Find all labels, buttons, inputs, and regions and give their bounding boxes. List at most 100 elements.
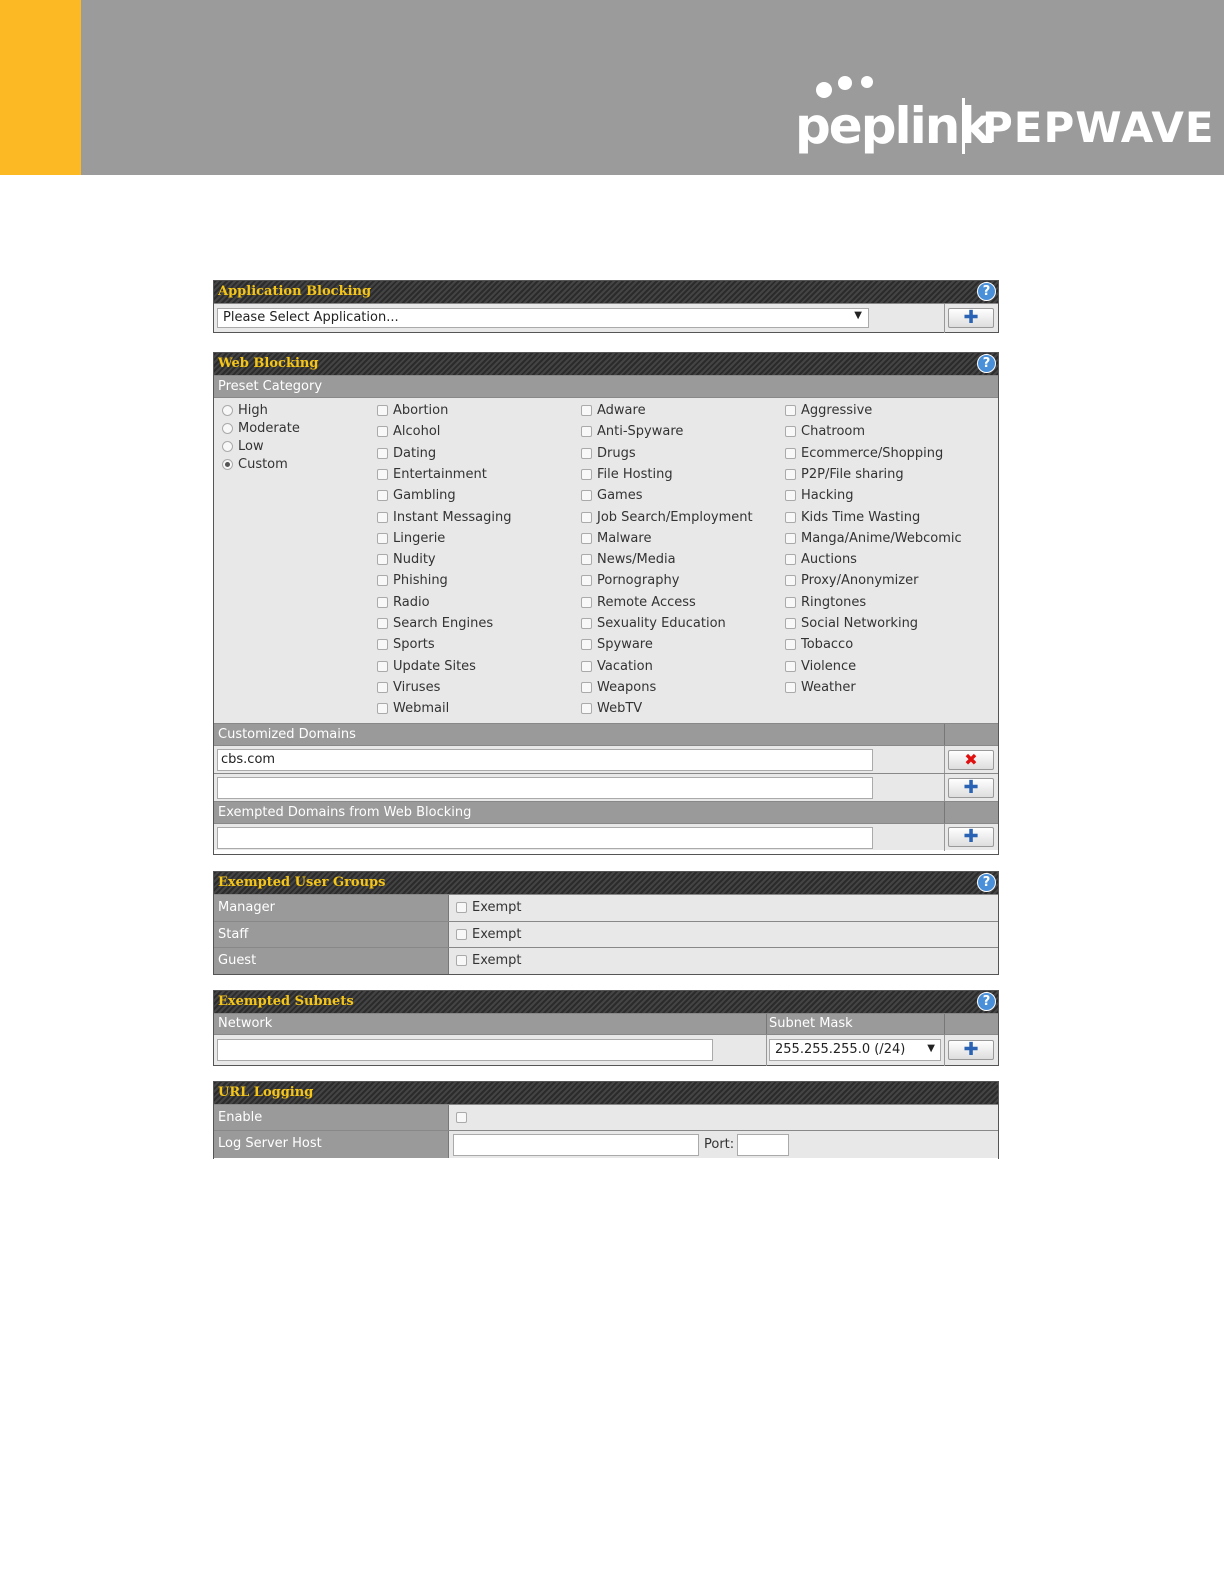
category-checkbox[interactable]: Tobacco xyxy=(785,637,853,652)
radio-selected-icon[interactable] xyxy=(222,459,233,470)
category-checkbox[interactable]: Malware xyxy=(581,531,651,546)
category-checkbox[interactable]: Sexuality Education xyxy=(581,616,726,631)
category-checkbox[interactable]: Adware xyxy=(581,403,646,418)
category-checkbox[interactable]: Entertainment xyxy=(377,467,487,482)
help-icon[interactable]: ? xyxy=(977,992,996,1011)
category-checkbox[interactable]: News/Media xyxy=(581,552,676,567)
exempt-manager-checkbox[interactable]: Exempt xyxy=(456,900,522,915)
checkbox-icon[interactable] xyxy=(377,405,388,416)
category-checkbox[interactable]: Auctions xyxy=(785,552,857,567)
checkbox-icon[interactable] xyxy=(377,596,388,608)
checkbox-icon[interactable] xyxy=(785,532,796,544)
checkbox-icon[interactable] xyxy=(581,681,592,693)
checkbox-icon[interactable] xyxy=(456,955,467,966)
checkbox-icon[interactable] xyxy=(581,468,592,480)
category-checkbox[interactable]: Abortion xyxy=(377,403,448,418)
add-application-button[interactable]: ✚ xyxy=(948,308,994,328)
checkbox-icon[interactable] xyxy=(456,902,467,913)
checkbox-icon[interactable] xyxy=(581,660,592,672)
category-checkbox[interactable]: Weather xyxy=(785,680,856,695)
add-domain-button[interactable]: ✚ xyxy=(948,778,994,798)
checkbox-icon[interactable] xyxy=(785,639,796,651)
checkbox-icon[interactable] xyxy=(581,703,592,715)
category-checkbox[interactable]: Anti-Spyware xyxy=(581,424,683,439)
help-icon[interactable]: ? xyxy=(977,282,996,301)
checkbox-icon[interactable] xyxy=(377,575,388,587)
category-checkbox[interactable]: Pornography xyxy=(581,573,679,588)
category-checkbox[interactable]: Gambling xyxy=(377,488,456,503)
checkbox-icon[interactable] xyxy=(785,660,796,672)
category-checkbox[interactable]: Aggressive xyxy=(785,403,872,418)
checkbox-icon[interactable] xyxy=(456,1112,467,1123)
checkbox-icon[interactable] xyxy=(785,447,796,459)
checkbox-icon[interactable] xyxy=(581,490,592,502)
checkbox-icon[interactable] xyxy=(785,554,796,566)
log-server-host-input[interactable] xyxy=(453,1134,699,1156)
exempt-guest-checkbox[interactable]: Exempt xyxy=(456,953,522,968)
checkbox-icon[interactable] xyxy=(785,596,796,608)
checkbox-icon[interactable] xyxy=(785,575,796,587)
category-checkbox[interactable]: Weapons xyxy=(581,680,656,695)
application-select[interactable]: Please Select Application... ▼ xyxy=(217,308,869,328)
checkbox-icon[interactable] xyxy=(377,511,388,523)
checkbox-icon[interactable] xyxy=(377,660,388,672)
customized-domain-input[interactable]: cbs.com xyxy=(217,749,873,771)
category-checkbox[interactable]: Nudity xyxy=(377,552,436,567)
category-checkbox[interactable]: WebTV xyxy=(581,701,642,716)
category-checkbox[interactable]: Social Networking xyxy=(785,616,918,631)
remove-domain-button[interactable]: ✖ xyxy=(948,750,994,770)
preset-moderate[interactable]: Moderate xyxy=(222,421,300,436)
category-checkbox[interactable]: P2P/File sharing xyxy=(785,467,904,482)
checkbox-icon[interactable] xyxy=(581,532,592,544)
category-checkbox[interactable]: Drugs xyxy=(581,446,636,461)
category-checkbox[interactable]: Remote Access xyxy=(581,595,696,610)
checkbox-icon[interactable] xyxy=(377,468,388,480)
exempted-domain-input[interactable] xyxy=(217,827,873,849)
checkbox-icon[interactable] xyxy=(377,532,388,544)
category-checkbox[interactable]: Proxy/Anonymizer xyxy=(785,573,918,588)
preset-custom[interactable]: Custom xyxy=(222,457,288,472)
checkbox-icon[interactable] xyxy=(377,490,388,502)
add-exempted-domain-button[interactable]: ✚ xyxy=(948,827,994,847)
preset-high[interactable]: High xyxy=(222,403,268,418)
checkbox-icon[interactable] xyxy=(377,618,388,629)
subnet-mask-select[interactable]: 255.255.255.0 (/24) ▼ xyxy=(769,1039,941,1061)
category-checkbox[interactable]: Alcohol xyxy=(377,424,440,439)
checkbox-icon[interactable] xyxy=(785,511,796,523)
checkbox-icon[interactable] xyxy=(377,447,388,459)
new-domain-input[interactable] xyxy=(217,777,873,799)
category-checkbox[interactable]: Ecommerce/Shopping xyxy=(785,446,943,461)
checkbox-icon[interactable] xyxy=(785,468,796,480)
category-checkbox[interactable]: Manga/Anime/Webcomic xyxy=(785,531,962,546)
checkbox-icon[interactable] xyxy=(785,490,796,502)
checkbox-icon[interactable] xyxy=(581,554,592,566)
checkbox-icon[interactable] xyxy=(377,426,388,438)
category-checkbox[interactable]: Lingerie xyxy=(377,531,445,546)
checkbox-icon[interactable] xyxy=(377,639,388,651)
port-input[interactable] xyxy=(737,1134,789,1156)
category-checkbox[interactable]: Radio xyxy=(377,595,430,610)
category-checkbox[interactable]: Dating xyxy=(377,446,436,461)
checkbox-icon[interactable] xyxy=(785,681,796,693)
checkbox-icon[interactable] xyxy=(785,618,796,629)
checkbox-icon[interactable] xyxy=(581,447,592,459)
preset-low[interactable]: Low xyxy=(222,439,264,454)
checkbox-icon[interactable] xyxy=(377,703,388,715)
checkbox-icon[interactable] xyxy=(456,929,467,940)
checkbox-icon[interactable] xyxy=(581,426,592,438)
checkbox-icon[interactable] xyxy=(581,618,592,629)
checkbox-icon[interactable] xyxy=(785,426,796,438)
network-input[interactable] xyxy=(217,1039,713,1061)
category-checkbox[interactable]: Search Engines xyxy=(377,616,493,631)
radio-icon[interactable] xyxy=(222,423,233,434)
category-checkbox[interactable]: Chatroom xyxy=(785,424,865,439)
checkbox-icon[interactable] xyxy=(581,511,592,523)
help-icon[interactable]: ? xyxy=(977,354,996,373)
category-checkbox[interactable]: Phishing xyxy=(377,573,448,588)
add-subnet-button[interactable]: ✚ xyxy=(948,1040,994,1060)
exempt-staff-checkbox[interactable]: Exempt xyxy=(456,927,522,942)
checkbox-icon[interactable] xyxy=(581,575,592,587)
category-checkbox[interactable]: Viruses xyxy=(377,680,440,695)
category-checkbox[interactable]: Games xyxy=(581,488,642,503)
help-icon[interactable]: ? xyxy=(977,873,996,892)
